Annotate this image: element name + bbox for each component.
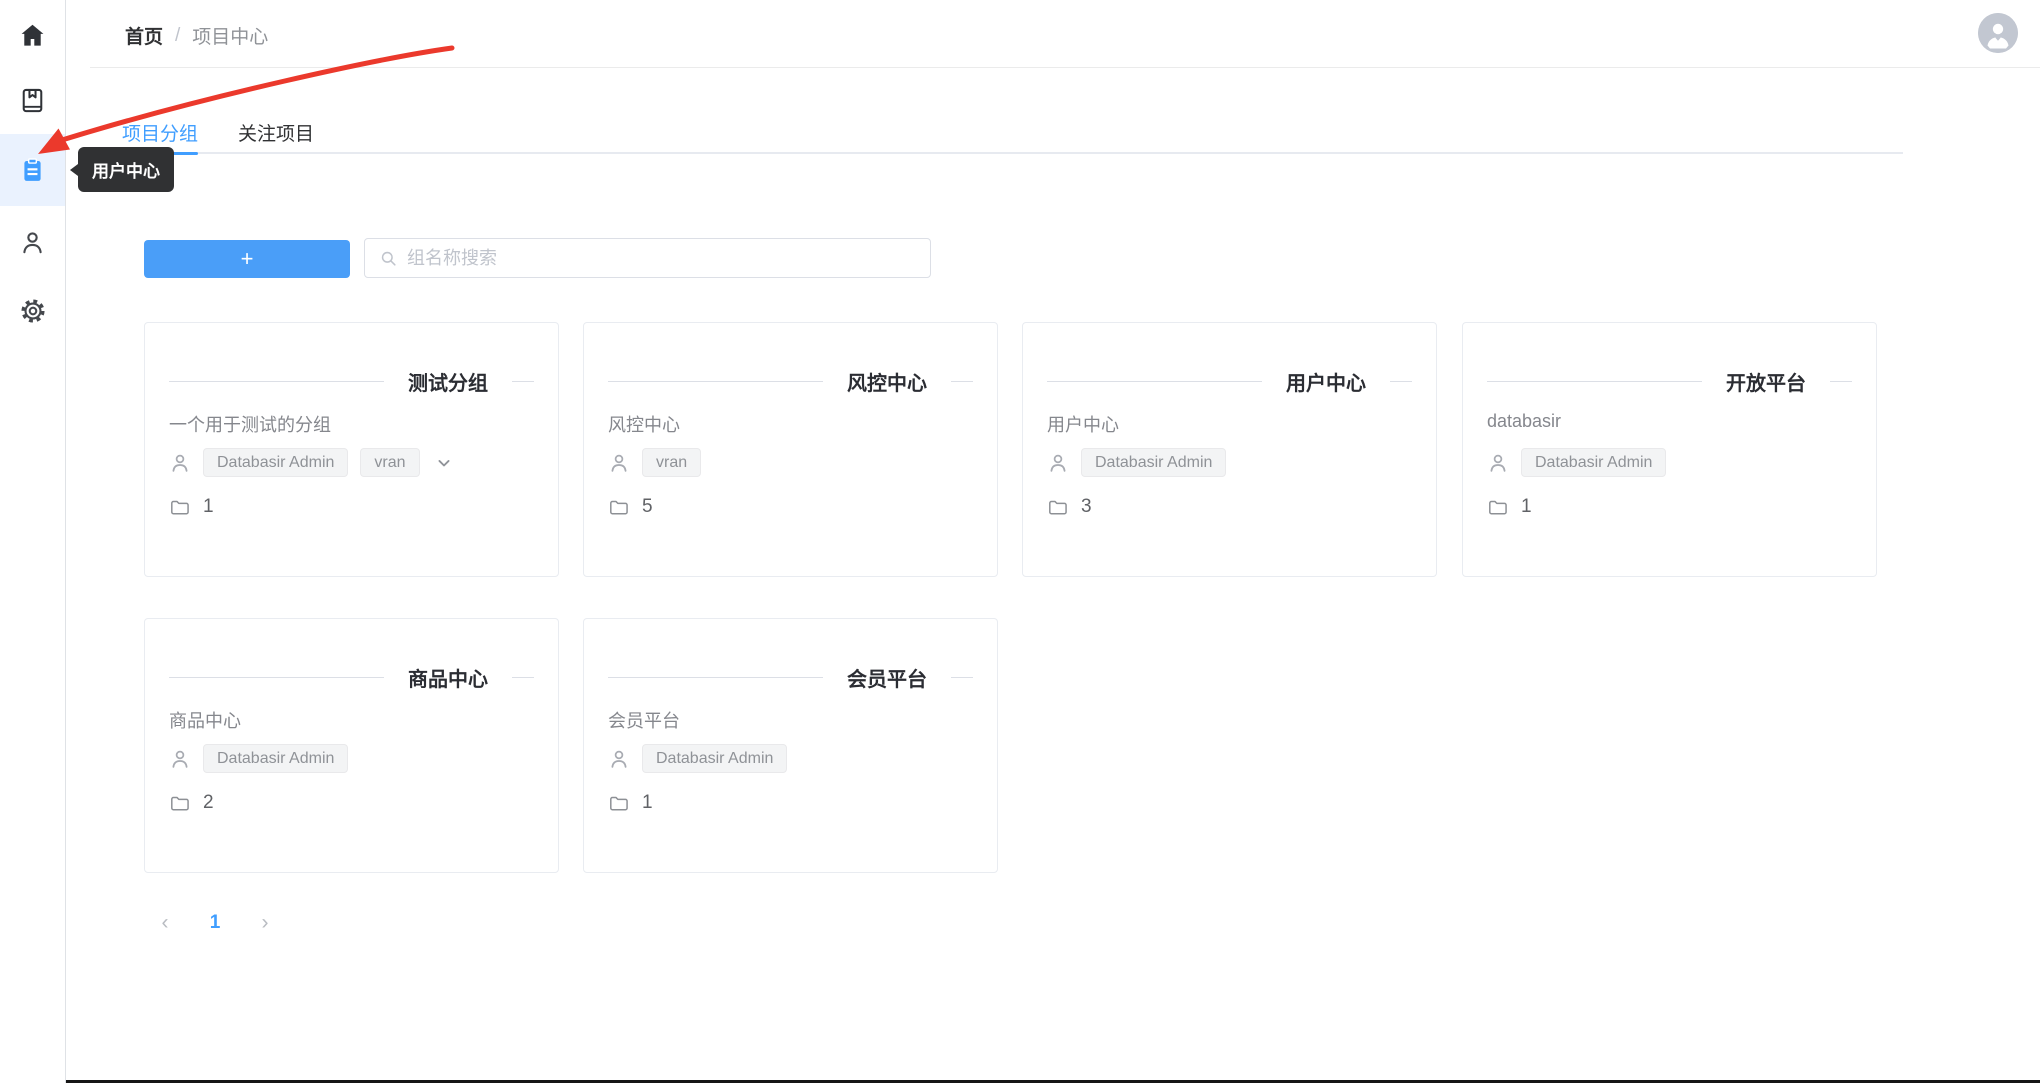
gear-icon [19,297,47,325]
group-title-divider: 会员平台 [608,665,973,689]
group-card-user[interactable]: 用户中心 用户中心 Databasir Admin 3 [1022,322,1437,577]
breadcrumb-home[interactable]: 首页 [125,22,163,49]
member-tag: Databasir Admin [203,448,348,477]
folder-icon [1487,497,1508,518]
group-search-input[interactable] [407,248,916,269]
member-tag: vran [360,448,419,477]
pagination: ‹ 1 › [150,908,280,938]
folder-icon [608,497,629,518]
breadcrumb: 首页 / 项目中心 [125,22,268,49]
group-title-divider: 风控中心 [608,369,973,393]
project-count-row: 2 [169,789,214,817]
group-description: 风控中心 [608,411,680,437]
project-count: 3 [1081,496,1092,518]
member-icon [1047,452,1069,474]
project-count: 1 [642,792,653,814]
sidebar-item-home[interactable] [0,0,65,70]
group-search-box[interactable] [364,238,931,278]
sidebar-tooltip: 用户中心 [78,147,174,192]
tab-followed-projects[interactable]: 关注项目 [238,118,314,152]
person-icon [19,229,46,256]
group-title: 风控中心 [823,367,951,396]
project-count-row: 3 [1047,493,1092,521]
group-card-member[interactable]: 会员平台 会员平台 Databasir Admin 1 [583,618,998,873]
group-members-row: vran [608,447,701,478]
group-title-divider: 商品中心 [169,665,534,689]
member-icon [169,748,191,770]
home-icon [19,22,46,49]
search-icon [379,249,398,268]
member-icon [608,748,630,770]
group-description: 商品中心 [169,707,241,733]
group-title: 开放平台 [1702,367,1830,396]
breadcrumb-current: 项目中心 [192,22,268,49]
member-icon [1487,452,1509,474]
group-title: 会员平台 [823,663,951,692]
member-tag: vran [642,448,701,477]
member-tag: Databasir Admin [203,744,348,773]
group-members-row: Databasir Admin [608,743,787,774]
group-members-row: Databasir Admin vran [169,447,454,478]
sidebar [0,0,66,1083]
member-icon [169,452,191,474]
project-count-row: 1 [169,493,214,521]
sidebar-item-projects-active[interactable] [0,134,65,206]
group-members-row: Databasir Admin [1047,447,1226,478]
sidebar-item-settings[interactable] [0,276,65,346]
project-count-row: 1 [1487,493,1532,521]
folder-icon [169,497,190,518]
group-title: 商品中心 [384,663,512,692]
project-count: 2 [203,792,214,814]
add-group-button[interactable]: + [144,240,350,278]
member-tag: Databasir Admin [642,744,787,773]
project-count-row: 1 [608,789,653,817]
journal-bookmark-icon [19,87,46,114]
project-count: 1 [1521,496,1532,518]
group-card-open-platform[interactable]: 开放平台 databasir Databasir Admin 1 [1462,322,1877,577]
folder-icon [608,793,629,814]
group-description: 用户中心 [1047,411,1119,437]
pagination-page-1[interactable]: 1 [200,908,230,938]
group-card-risk[interactable]: 风控中心 风控中心 vran 5 [583,322,998,577]
breadcrumb-separator: / [175,25,180,47]
group-title: 测试分组 [384,367,512,396]
member-tag: Databasir Admin [1521,448,1666,477]
clipboard-icon [19,157,46,184]
group-title: 用户中心 [1262,367,1390,396]
group-title-divider: 开放平台 [1487,369,1852,393]
project-count-row: 5 [608,493,653,521]
group-card-test[interactable]: 测试分组 一个用于测试的分组 Databasir Admin vran 1 [144,322,559,577]
tooltip-text: 用户中心 [92,157,160,182]
avatar-person-icon [1978,13,2018,53]
header-divider [90,67,2040,68]
member-tag: Databasir Admin [1081,448,1226,477]
sidebar-item-docs[interactable] [0,65,65,135]
chevron-down-icon[interactable] [434,453,454,473]
group-description: 一个用于测试的分组 [169,411,331,437]
group-title-divider: 测试分组 [169,369,534,393]
tabs-track [117,152,1903,154]
project-count: 5 [642,496,653,518]
member-icon [608,452,630,474]
group-description: 会员平台 [608,707,680,733]
project-center-page: 首页 / 项目中心 项目分组 关注项目 用户中心 + 测试分组 [0,0,2040,1083]
group-title-divider: 用户中心 [1047,369,1412,393]
group-description: databasir [1487,411,1561,432]
project-count: 1 [203,496,214,518]
group-members-row: Databasir Admin [169,743,348,774]
folder-icon [169,793,190,814]
group-card-goods[interactable]: 商品中心 商品中心 Databasir Admin 2 [144,618,559,873]
group-members-row: Databasir Admin [1487,447,1666,478]
user-avatar[interactable] [1978,13,2018,53]
pagination-next-button[interactable]: › [250,908,280,938]
folder-icon [1047,497,1068,518]
sidebar-item-users[interactable] [0,207,65,277]
pagination-prev-button[interactable]: ‹ [150,908,180,938]
